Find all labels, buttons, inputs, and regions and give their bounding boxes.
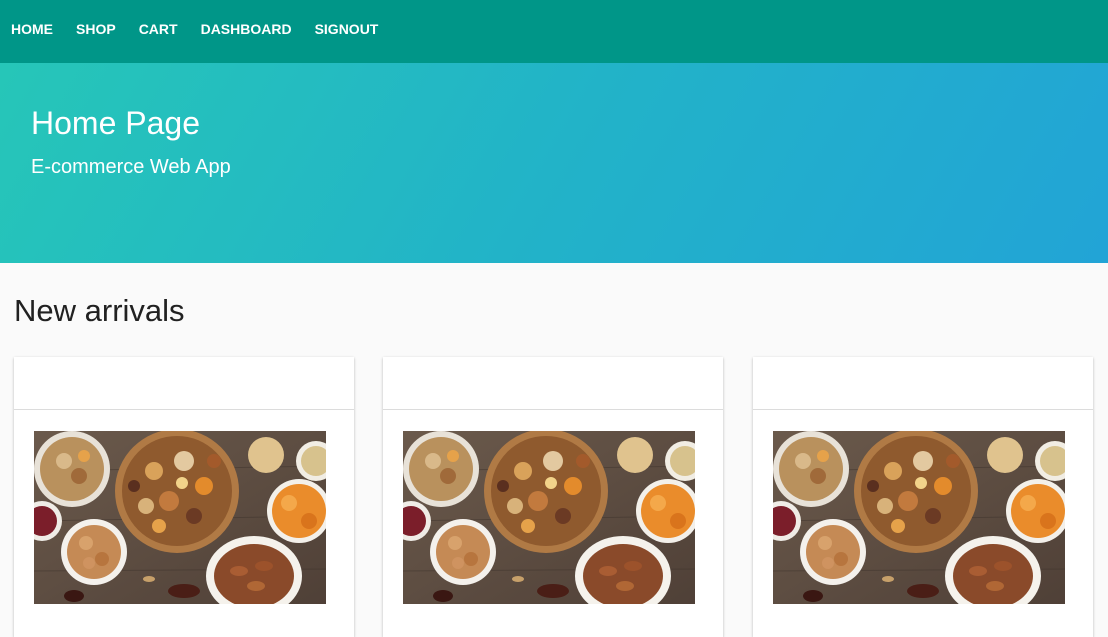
nav-dashboard-link[interactable]: DASHBOARD [190, 21, 304, 42]
product-image [34, 431, 326, 604]
nav-shop-link[interactable]: SHOP [65, 21, 128, 42]
page-subtitle: E-commerce Web App [31, 156, 231, 178]
hero-banner: Home Page E-commerce Web App [0, 63, 1108, 263]
product-card[interactable] [753, 357, 1093, 637]
new-arrivals-heading: New arrivals [14, 293, 185, 328]
product-image [773, 431, 1065, 604]
product-image [403, 431, 695, 604]
nav-cart-link[interactable]: CART [128, 21, 190, 42]
product-card[interactable] [14, 357, 354, 637]
product-card[interactable] [383, 357, 723, 637]
card-header [383, 357, 723, 410]
top-navbar: HOME SHOP CART DASHBOARD SIGNOUT [0, 0, 1108, 63]
card-header [14, 357, 354, 410]
card-header [753, 357, 1093, 410]
nav-home-link[interactable]: HOME [0, 21, 65, 42]
page-title: Home Page [31, 105, 200, 141]
nav-signout-link[interactable]: SIGNOUT [304, 21, 391, 42]
